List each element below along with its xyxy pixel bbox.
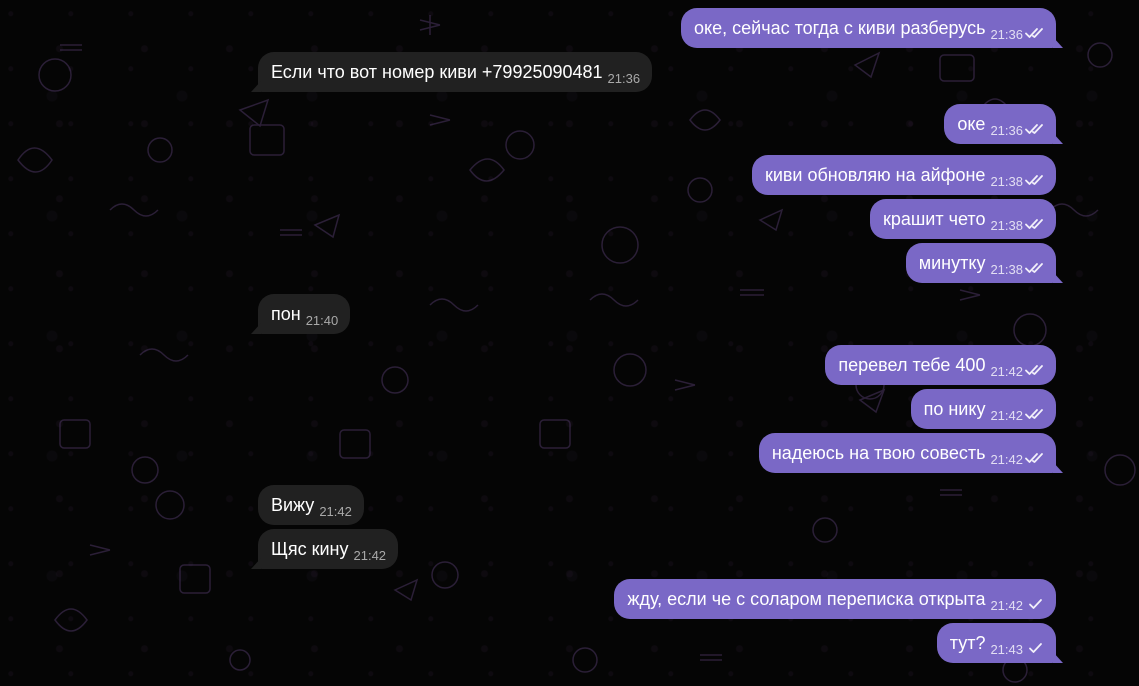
message-time: 21:36 (607, 70, 641, 86)
read-double-check-icon (1025, 28, 1043, 38)
read-double-check-icon (1025, 175, 1043, 185)
message-text: Если что вот номер киви +79925090481 (271, 62, 603, 82)
message-text: оке, сейчас тогда с киви разберусь (694, 18, 986, 38)
message-bubble[interactable]: перевел тебе 400 21:42 (825, 345, 1056, 385)
message-outgoing[interactable]: жду, если че с соларом переписка открыта… (614, 579, 1056, 619)
sent-single-check-icon (1029, 599, 1042, 609)
message-time: 21:42 (319, 503, 352, 519)
message-bubble[interactable]: оке 21:36 (944, 104, 1063, 144)
message-outgoing[interactable]: оке 21:36 (944, 104, 1063, 144)
message-bubble[interactable]: оке, сейчас тогда с киви разберусь 21:36 (681, 8, 1063, 48)
message-bubble[interactable]: по нику 21:42 (910, 389, 1056, 429)
message-incoming[interactable]: пон 21:40 (250, 294, 351, 334)
message-bubble[interactable]: тут? 21:43 (936, 623, 1064, 663)
message-text: надеюсь на твою совесть (771, 443, 986, 463)
message-outgoing[interactable]: оке, сейчас тогда с киви разберусь 21:36 (681, 8, 1063, 48)
message-outgoing[interactable]: надеюсь на твою совесть 21:42 (758, 433, 1064, 473)
sent-single-check-icon (1029, 643, 1042, 653)
message-outgoing[interactable]: киви обновляю на айфоне 21:38 (751, 155, 1056, 195)
message-time: 21:38 (990, 261, 1023, 277)
message-bubble[interactable]: жду, если че с соларом переписка открыта… (614, 579, 1056, 619)
message-incoming[interactable]: Вижу 21:42 (258, 485, 364, 525)
message-bubble[interactable]: Вижу 21:42 (258, 485, 364, 525)
read-double-check-icon (1025, 409, 1043, 419)
message-time: 21:42 (990, 597, 1023, 613)
message-time: 21:36 (990, 122, 1023, 138)
message-time: 21:42 (353, 547, 387, 563)
message-text: Щяс кину (271, 539, 349, 559)
read-double-check-icon (1025, 365, 1043, 375)
read-double-check-icon (1025, 219, 1043, 229)
message-time: 21:38 (990, 217, 1023, 233)
message-bubble[interactable]: надеюсь на твою совесть 21:42 (758, 433, 1064, 473)
message-bubble[interactable]: крашит чето 21:38 (869, 199, 1056, 239)
message-bubble[interactable]: Если что вот номер киви +79925090481 21:3… (250, 52, 653, 92)
message-text: Вижу (271, 495, 315, 515)
message-text: перевел тебе 400 (838, 355, 986, 375)
message-time: 21:40 (305, 312, 339, 328)
message-outgoing[interactable]: перевел тебе 400 21:42 (825, 345, 1056, 385)
message-time: 21:43 (990, 641, 1023, 657)
message-time: 21:42 (990, 407, 1023, 423)
message-bubble[interactable]: пон 21:40 (250, 294, 351, 334)
message-text: тут? (949, 633, 986, 653)
message-outgoing[interactable]: крашит чето 21:38 (869, 199, 1056, 239)
chat-area: оке, сейчас тогда с киви разберусь 21:36 Е… (0, 0, 1139, 686)
message-bubble[interactable]: киви обновляю на айфоне 21:38 (751, 155, 1056, 195)
message-text: киви обновляю на айфоне (764, 165, 986, 185)
message-incoming[interactable]: Щяс кину 21:42 (250, 529, 399, 569)
message-text: оке (957, 114, 986, 134)
message-incoming[interactable]: Если что вот номер киви +79925090481 21:3… (250, 52, 653, 92)
message-text: минутку (918, 253, 986, 273)
read-double-check-icon (1025, 263, 1043, 273)
read-double-check-icon (1025, 453, 1043, 463)
message-text: по нику (923, 399, 986, 419)
message-outgoing[interactable]: минутку 21:38 (905, 243, 1064, 283)
message-text: жду, если че с соларом переписка открыта (627, 589, 986, 609)
message-outgoing[interactable]: тут? 21:43 (936, 623, 1064, 663)
message-time: 21:38 (990, 173, 1023, 189)
message-time: 21:42 (990, 363, 1023, 379)
message-outgoing[interactable]: по нику 21:42 (910, 389, 1056, 429)
message-text: пон (271, 304, 301, 324)
message-bubble[interactable]: Щяс кину 21:42 (250, 529, 399, 569)
message-text: крашит чето (882, 209, 986, 229)
message-time: 21:36 (990, 26, 1023, 42)
message-bubble[interactable]: минутку 21:38 (905, 243, 1064, 283)
message-time: 21:42 (990, 451, 1023, 467)
read-double-check-icon (1025, 124, 1043, 134)
